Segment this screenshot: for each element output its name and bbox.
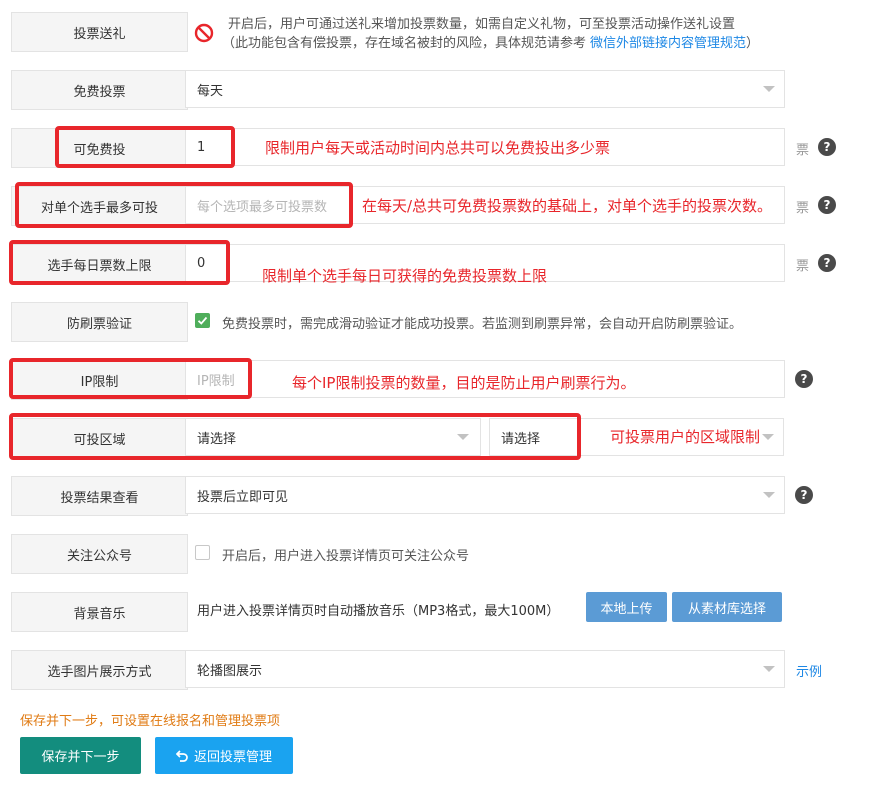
back-button-label: 返回投票管理 bbox=[193, 750, 272, 765]
label-free-vote: 免费投票 bbox=[11, 70, 188, 110]
label-music: 背景音乐 bbox=[11, 592, 188, 632]
upload-library-button[interactable]: 从素材库选择 bbox=[672, 592, 782, 622]
help-icon[interactable]: ? bbox=[795, 370, 813, 388]
free-vote-value: 每天 bbox=[197, 83, 224, 99]
image-mode-value: 轮播图展示 bbox=[197, 663, 263, 679]
annotation-region: 可投票用户的区域限制 bbox=[610, 428, 761, 446]
gift-desc-end: ） bbox=[746, 36, 760, 51]
follow-desc: 开启后，用户进入投票详情页可关注公众号 bbox=[222, 549, 470, 564]
result-view-select[interactable]: 投票后立即可见 bbox=[185, 476, 785, 514]
annotation-per-candidate: 在每天/总共可免费投票数的基础上，对单个选手的投票次数。 bbox=[362, 197, 773, 215]
help-icon[interactable]: ? bbox=[818, 254, 836, 272]
annotation-frame-region bbox=[9, 413, 581, 460]
gift-rules-link[interactable]: 微信外部链接内容管理规范 bbox=[590, 36, 746, 51]
annotation-free-count: 限制用户每天或活动时间内总共可以免费投出多少票 bbox=[265, 139, 611, 157]
label-gift: 投票送礼 bbox=[11, 12, 188, 52]
footer-hint: 保存并下一步，可设置在线报名和管理投票项 bbox=[20, 714, 281, 729]
label-follow: 关注公众号 bbox=[11, 534, 188, 574]
back-button[interactable]: 返回投票管理 bbox=[155, 737, 293, 774]
music-desc: 用户进入投票详情页时自动播放音乐（MP3格式，最大100M） bbox=[197, 604, 560, 619]
label-anti-brush: 防刷票验证 bbox=[11, 302, 188, 342]
annotation-frame-daily-cap bbox=[9, 240, 230, 285]
per-candidate-unit: 票 bbox=[796, 201, 810, 216]
gift-desc-line1: 开启后，用户可通过送礼来增加投票数量，如需自定义礼物，可至投票活动操作送礼设置 bbox=[228, 17, 736, 32]
annotation-daily-cap: 限制单个选手每日可获得的免费投票数上限 bbox=[262, 267, 548, 285]
anti-brush-desc: 免费投票时，需完成滑动验证才能成功投票。若监测到刷票异常，会自动开启防刷票验证。 bbox=[222, 317, 743, 332]
help-icon[interactable]: ? bbox=[795, 486, 813, 504]
follow-checkbox[interactable] bbox=[195, 545, 210, 560]
result-view-value: 投票后立即可见 bbox=[197, 489, 289, 505]
upload-local-button[interactable]: 本地上传 bbox=[586, 592, 667, 622]
daily-cap-unit: 票 bbox=[796, 259, 810, 274]
anti-brush-checkbox[interactable] bbox=[195, 313, 210, 328]
help-icon[interactable]: ? bbox=[818, 196, 836, 214]
annotation-frame-ip-limit bbox=[9, 358, 252, 399]
undo-icon bbox=[175, 750, 188, 762]
example-link[interactable]: 示例 bbox=[796, 661, 822, 680]
chevron-down-icon bbox=[763, 86, 775, 92]
free-count-unit: 票 bbox=[796, 143, 810, 158]
save-next-button[interactable]: 保存并下一步 bbox=[20, 737, 141, 774]
label-image-mode: 选手图片展示方式 bbox=[11, 650, 188, 690]
image-mode-select[interactable]: 轮播图展示 bbox=[185, 650, 785, 688]
check-icon bbox=[197, 316, 208, 325]
help-icon[interactable]: ? bbox=[818, 138, 836, 156]
chevron-down-icon bbox=[763, 666, 775, 672]
chevron-down-icon bbox=[763, 492, 775, 498]
gift-desc-line2: （此功能包含有偿投票，存在域名被封的风险，具体规范请参考 微信外部链接内容管理规范… bbox=[222, 32, 759, 51]
free-vote-select[interactable]: 每天 bbox=[185, 70, 785, 108]
prohibited-icon bbox=[194, 23, 214, 43]
gift-desc-text: （此功能包含有偿投票，存在域名被封的风险，具体规范请参考 bbox=[222, 36, 587, 51]
annotation-ip-limit: 每个IP限制投票的数量，目的是防止用户刷票行为。 bbox=[292, 374, 636, 392]
annotation-frame-free-count bbox=[55, 126, 235, 168]
chevron-down-icon bbox=[762, 434, 774, 440]
annotation-frame-per-candidate bbox=[15, 182, 353, 228]
label-result-view: 投票结果查看 bbox=[11, 476, 188, 516]
